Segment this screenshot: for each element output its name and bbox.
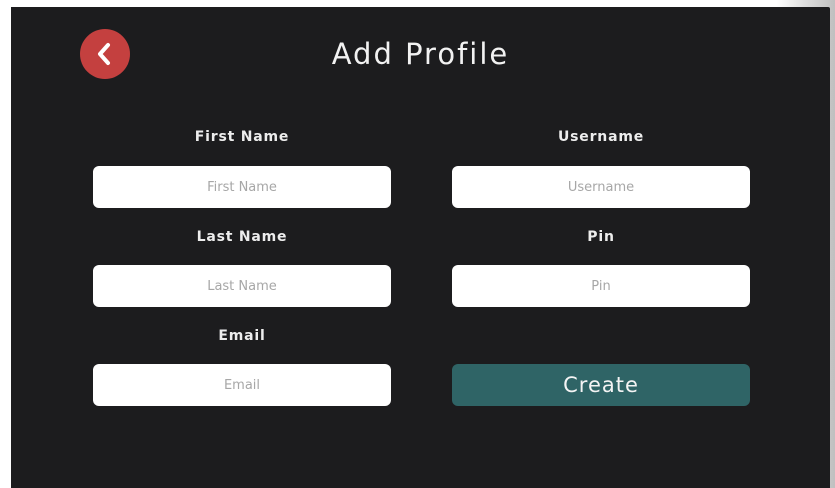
username-label: Username [558, 129, 644, 145]
pin-input[interactable] [452, 265, 750, 307]
email-label: Email [218, 328, 266, 344]
page: Add Profile First Name Last Name Email U… [0, 0, 835, 488]
last-name-label: Last Name [196, 229, 288, 245]
page-title: Add Profile [331, 37, 510, 71]
last-name-input[interactable] [93, 265, 391, 307]
username-input[interactable] [452, 166, 750, 208]
add-profile-screen: Add Profile First Name Last Name Email U… [11, 7, 830, 488]
first-name-input[interactable] [93, 166, 391, 208]
create-button[interactable]: Create [452, 364, 750, 406]
email-input[interactable] [93, 364, 391, 406]
first-name-label: First Name [194, 129, 290, 145]
pin-label: Pin [587, 229, 615, 245]
